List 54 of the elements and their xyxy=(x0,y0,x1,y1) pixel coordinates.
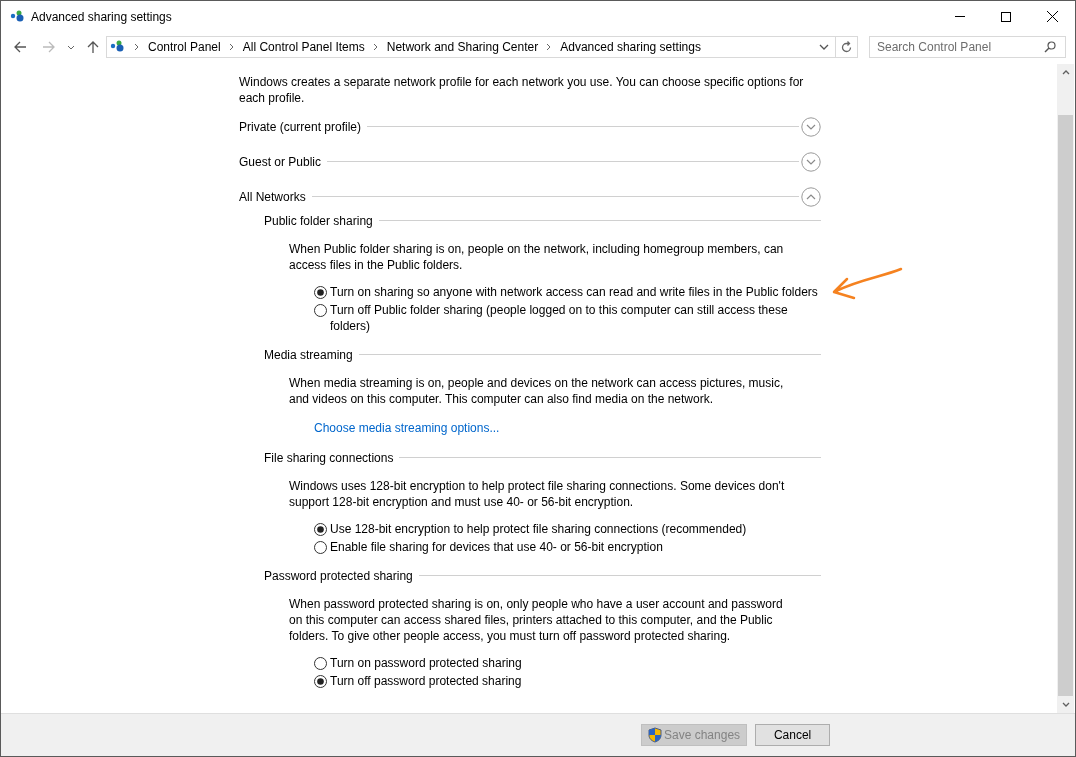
chevron-icon xyxy=(228,43,234,51)
section-heading: File sharing connections xyxy=(264,449,394,467)
intro-text: Windows creates a separate network profile for each network you use. You can choose specific options for each profile. xyxy=(239,74,805,106)
radio-label[interactable]: Turn off password protected sharing xyxy=(330,673,820,689)
maximize-icon xyxy=(1001,11,1011,22)
radio-button[interactable] xyxy=(314,541,327,554)
network-icon xyxy=(110,40,126,54)
breadcrumb-item[interactable]: Control Panel xyxy=(148,38,221,56)
action-button[interactable]: Cancel xyxy=(755,724,831,746)
network-icon xyxy=(10,9,26,24)
section-description: When password protected sharing is on, only people who have a user account and password on this computer can access shared files, printers attached to this computer, and the Public folders. To give other people access, you must turn off password protected sharing. xyxy=(289,596,784,644)
breadcrumb-item[interactable]: Network and Sharing Center xyxy=(386,38,539,56)
radio-label[interactable]: Enable file sharing for devices that use 40- or 56-bit encryption xyxy=(330,539,820,555)
chevron-icon xyxy=(372,43,378,51)
search-input: Search Control Panel xyxy=(870,38,1044,56)
radio-label[interactable]: Turn off Public folder sharing (people logged on to this computer can still access these folders) xyxy=(330,302,820,334)
refresh-icon[interactable] xyxy=(841,41,852,53)
section-heading: Password protected sharing xyxy=(264,567,413,585)
chevron-icon xyxy=(134,43,139,51)
scroll-down-icon[interactable] xyxy=(1061,702,1070,707)
radio-button[interactable] xyxy=(314,657,327,670)
breadcrumb-item[interactable]: All Control Panel Items xyxy=(242,38,365,56)
section-description: Windows uses 128-bit encryption to help protect file sharing connections. Some devices don't support 128-bit encryption and must use 40- or 56-bit encryption. xyxy=(289,478,786,510)
scrollbar[interactable] xyxy=(1057,64,1074,713)
radio-button[interactable] xyxy=(314,286,327,299)
search-field[interactable]: Search Control Panel xyxy=(869,36,1066,58)
scrollbar-thumb[interactable] xyxy=(1058,115,1073,696)
profile-heading[interactable]: All Networks xyxy=(239,187,306,206)
radio-button[interactable] xyxy=(314,675,327,688)
chevron-icon xyxy=(546,43,552,51)
radio-label[interactable]: Use 128-bit encryption to help protect file sharing connections (recommended) xyxy=(330,521,820,537)
search-icon xyxy=(1044,41,1056,53)
back-arrow-icon[interactable] xyxy=(13,41,27,53)
section-heading: Public folder sharing xyxy=(264,212,373,230)
radio-label[interactable]: Turn on password protected sharing xyxy=(330,655,820,671)
close-icon xyxy=(1046,11,1058,22)
shield-icon xyxy=(648,727,662,743)
window-title: Advanced sharing settings xyxy=(31,8,172,26)
radio-label[interactable]: Turn on sharing so anyone with network access can read and write files in the Public folders xyxy=(330,284,820,300)
profile-heading[interactable]: Guest or Public xyxy=(239,152,322,171)
section-description: When Public folder sharing is on, people on the network, including homegroup members, can access files in the Public folders. xyxy=(289,241,785,273)
radio-button[interactable] xyxy=(314,523,327,536)
minimize-icon xyxy=(955,16,965,17)
scroll-up-icon[interactable] xyxy=(1061,70,1070,75)
dropdown-caret-icon[interactable] xyxy=(67,44,75,50)
section-description: When media streaming is on, people and devices on the network can access pictures, music, and videos on this computer. This computer can also find media on the network. xyxy=(289,375,785,407)
radio-button[interactable] xyxy=(314,304,327,317)
streaming-options-link[interactable]: Choose media streaming options... xyxy=(314,419,500,437)
profile-heading[interactable]: Private (current profile) xyxy=(239,117,362,136)
dropdown-caret-icon[interactable] xyxy=(819,44,829,50)
section-heading: Media streaming xyxy=(264,346,353,364)
address-bar[interactable]: Control Panel All Control Panel Items Network and Sharing Center Advanced sharing settings xyxy=(106,36,858,58)
up-arrow-icon[interactable] xyxy=(87,40,99,54)
breadcrumb-item[interactable]: Advanced sharing settings xyxy=(560,38,701,56)
